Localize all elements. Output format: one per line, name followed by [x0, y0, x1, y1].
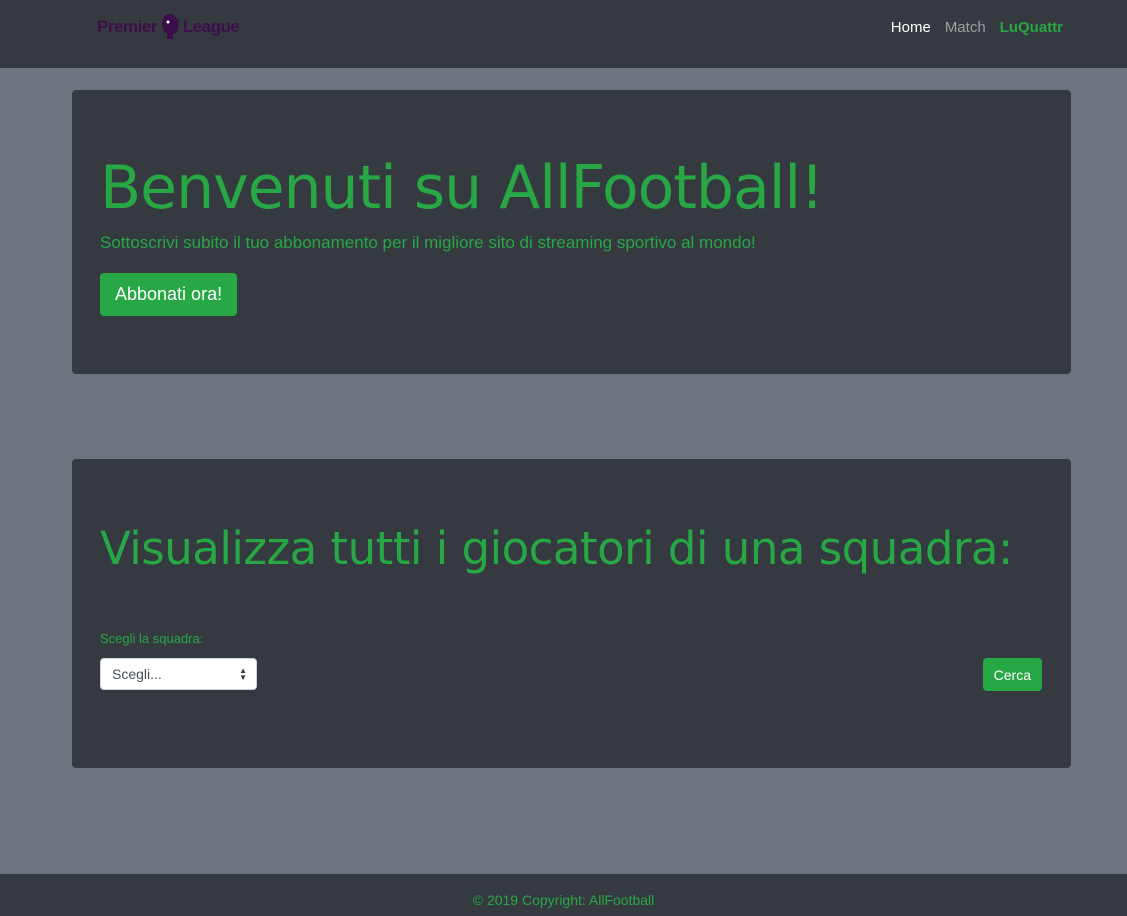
team-select[interactable]: Scegli... ▲ ▼ [100, 658, 257, 690]
sort-arrows-icon: ▲ ▼ [239, 666, 247, 682]
search-button[interactable]: Cerca [982, 658, 1042, 691]
nav-link-user[interactable]: LuQuattr [1000, 18, 1063, 38]
nav-link-match[interactable]: Match [945, 18, 986, 38]
nav-link-home[interactable]: Home [891, 18, 931, 38]
team-select-value: Scegli... [112, 666, 162, 682]
subscribe-button[interactable]: Abbonati ora! [100, 273, 238, 316]
hero-jumbotron: Benvenuti su AllFootball! Sottoscrivi su… [72, 90, 1071, 374]
footer: © 2019 Copyright: AllFootball [0, 874, 1127, 916]
hero-title: Benvenuti su AllFootball! [100, 153, 824, 223]
brand-text-left: Premier [97, 17, 157, 36]
team-search-title: Visualizza tutti i giocatori di una squa… [100, 522, 1013, 575]
team-select-label: Scegli la squadra: [100, 631, 204, 646]
nav-links: Home Match LuQuattr [891, 18, 1063, 38]
navbar: Premier League Home Match LuQuattr [0, 0, 1127, 68]
brand-logo[interactable]: Premier League [97, 12, 240, 42]
hero-subtitle: Sottoscrivi subito il tuo abbonamento pe… [100, 233, 756, 252]
brand-text-right: League [182, 17, 240, 36]
premier-league-lion-icon [161, 14, 179, 39]
footer-copyright: © 2019 Copyright: AllFootball [472, 892, 655, 908]
team-search-jumbotron: Visualizza tutti i giocatori di una squa… [72, 459, 1071, 768]
